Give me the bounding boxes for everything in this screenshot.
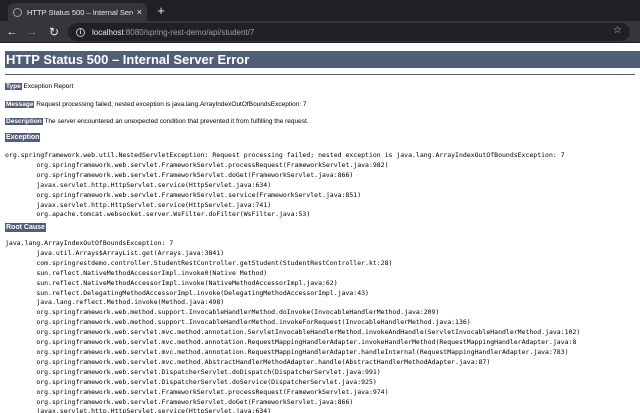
- url-text: localhost:8080/spring-rest-demo/api/stud…: [92, 28, 254, 37]
- reload-icon[interactable]: ↻: [46, 24, 62, 40]
- forward-arrow-icon[interactable]: →: [24, 24, 40, 40]
- root-cause-heading: Root Cause: [5, 223, 46, 232]
- close-icon[interactable]: ×: [137, 7, 142, 17]
- page-title: HTTP Status 500 – Internal Server Error: [5, 51, 640, 68]
- address-bar[interactable]: i localhost:8080/spring-rest-demo/api/st…: [68, 23, 630, 41]
- description-value: The server encountered an unexpected con…: [42, 118, 309, 125]
- back-arrow-icon[interactable]: ←: [4, 24, 20, 40]
- message-row: Message Request processing failed; neste…: [5, 101, 307, 109]
- browser-tab[interactable]: HTTP Status 500 – Internal Server ×: [8, 3, 147, 21]
- description-label: Description: [5, 118, 43, 125]
- description-row: Description The server encountered an un…: [5, 118, 309, 126]
- info-icon[interactable]: i: [76, 27, 85, 37]
- message-label: Message: [5, 101, 35, 108]
- type-value: Exception Report: [21, 83, 74, 90]
- browser-toolbar: ← → ↻ i localhost:8080/spring-rest-demo/…: [0, 21, 640, 43]
- message-value: Request processing failed; nested except…: [34, 101, 307, 108]
- url-path: :8080/spring-rest-demo/api/student/7: [123, 27, 255, 37]
- page-content: HTTP Status 500 – Internal Server Error …: [0, 43, 640, 413]
- exception-stack-trace: org.springframework.web.util.NestedServl…: [5, 151, 565, 219]
- type-label: Type: [5, 83, 22, 90]
- new-tab-button[interactable]: +: [152, 3, 170, 19]
- browser-tab-strip: HTTP Status 500 – Internal Server × +: [0, 0, 640, 21]
- type-row: Type Exception Report: [5, 83, 73, 91]
- root-cause-stack-trace: java.lang.ArrayIndexOutOfBoundsException…: [5, 239, 581, 413]
- tab-title: HTTP Status 500 – Internal Server: [27, 7, 133, 17]
- exception-heading: Exception: [5, 133, 41, 142]
- divider: [5, 74, 635, 75]
- bookmark-star-icon[interactable]: ☆: [613, 25, 622, 36]
- url-host: localhost: [92, 27, 124, 37]
- globe-icon: [13, 7, 22, 17]
